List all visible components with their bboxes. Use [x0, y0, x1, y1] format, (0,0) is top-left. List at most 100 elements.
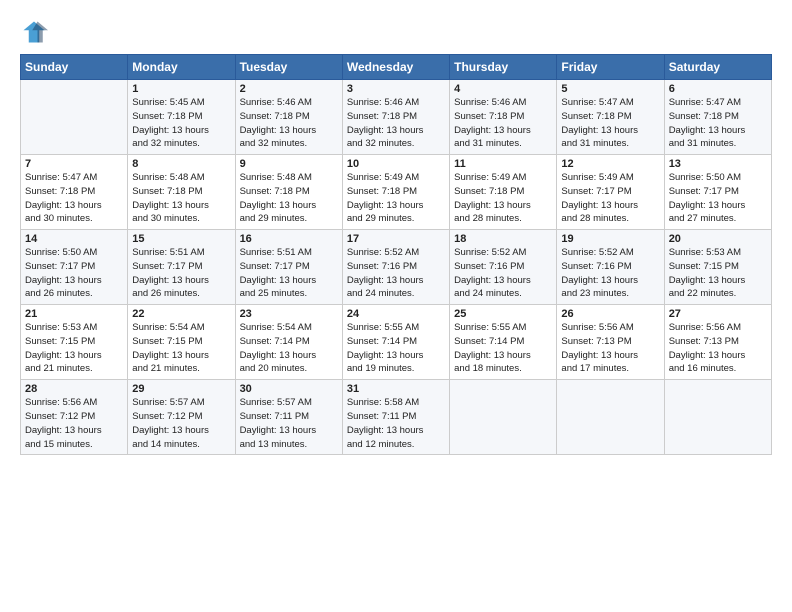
day-number: 17	[347, 233, 445, 245]
day-number: 2	[240, 83, 338, 95]
day-number: 8	[132, 158, 230, 170]
day-number: 12	[561, 158, 659, 170]
day-cell: 15Sunrise: 5:51 AM Sunset: 7:17 PM Dayli…	[128, 230, 235, 305]
day-info: Sunrise: 5:56 AM Sunset: 7:13 PM Dayligh…	[561, 321, 659, 376]
header-row: SundayMondayTuesdayWednesdayThursdayFrid…	[21, 55, 772, 80]
week-row-4: 21Sunrise: 5:53 AM Sunset: 7:15 PM Dayli…	[21, 305, 772, 380]
day-number: 11	[454, 158, 552, 170]
week-row-2: 7Sunrise: 5:47 AM Sunset: 7:18 PM Daylig…	[21, 155, 772, 230]
day-info: Sunrise: 5:51 AM Sunset: 7:17 PM Dayligh…	[240, 246, 338, 301]
day-info: Sunrise: 5:52 AM Sunset: 7:16 PM Dayligh…	[454, 246, 552, 301]
day-cell: 18Sunrise: 5:52 AM Sunset: 7:16 PM Dayli…	[450, 230, 557, 305]
day-cell: 17Sunrise: 5:52 AM Sunset: 7:16 PM Dayli…	[342, 230, 449, 305]
day-info: Sunrise: 5:49 AM Sunset: 7:17 PM Dayligh…	[561, 171, 659, 226]
day-cell	[21, 80, 128, 155]
day-cell: 20Sunrise: 5:53 AM Sunset: 7:15 PM Dayli…	[664, 230, 771, 305]
day-number: 25	[454, 308, 552, 320]
day-cell: 1Sunrise: 5:45 AM Sunset: 7:18 PM Daylig…	[128, 80, 235, 155]
day-number: 31	[347, 383, 445, 395]
day-cell	[664, 380, 771, 455]
day-info: Sunrise: 5:50 AM Sunset: 7:17 PM Dayligh…	[25, 246, 123, 301]
day-cell: 30Sunrise: 5:57 AM Sunset: 7:11 PM Dayli…	[235, 380, 342, 455]
day-cell: 2Sunrise: 5:46 AM Sunset: 7:18 PM Daylig…	[235, 80, 342, 155]
week-row-1: 1Sunrise: 5:45 AM Sunset: 7:18 PM Daylig…	[21, 80, 772, 155]
day-number: 10	[347, 158, 445, 170]
day-number: 19	[561, 233, 659, 245]
col-header-thursday: Thursday	[450, 55, 557, 80]
day-info: Sunrise: 5:46 AM Sunset: 7:18 PM Dayligh…	[240, 96, 338, 151]
day-cell: 14Sunrise: 5:50 AM Sunset: 7:17 PM Dayli…	[21, 230, 128, 305]
day-number: 16	[240, 233, 338, 245]
day-number: 13	[669, 158, 767, 170]
day-number: 7	[25, 158, 123, 170]
day-number: 28	[25, 383, 123, 395]
week-row-5: 28Sunrise: 5:56 AM Sunset: 7:12 PM Dayli…	[21, 380, 772, 455]
day-cell: 13Sunrise: 5:50 AM Sunset: 7:17 PM Dayli…	[664, 155, 771, 230]
day-cell: 4Sunrise: 5:46 AM Sunset: 7:18 PM Daylig…	[450, 80, 557, 155]
day-cell: 10Sunrise: 5:49 AM Sunset: 7:18 PM Dayli…	[342, 155, 449, 230]
day-number: 5	[561, 83, 659, 95]
day-number: 20	[669, 233, 767, 245]
day-number: 26	[561, 308, 659, 320]
day-cell: 6Sunrise: 5:47 AM Sunset: 7:18 PM Daylig…	[664, 80, 771, 155]
day-number: 15	[132, 233, 230, 245]
day-cell: 26Sunrise: 5:56 AM Sunset: 7:13 PM Dayli…	[557, 305, 664, 380]
day-cell: 28Sunrise: 5:56 AM Sunset: 7:12 PM Dayli…	[21, 380, 128, 455]
day-cell: 21Sunrise: 5:53 AM Sunset: 7:15 PM Dayli…	[21, 305, 128, 380]
header	[20, 18, 772, 46]
day-info: Sunrise: 5:47 AM Sunset: 7:18 PM Dayligh…	[25, 171, 123, 226]
day-info: Sunrise: 5:48 AM Sunset: 7:18 PM Dayligh…	[132, 171, 230, 226]
day-info: Sunrise: 5:46 AM Sunset: 7:18 PM Dayligh…	[454, 96, 552, 151]
day-cell	[557, 380, 664, 455]
day-cell: 8Sunrise: 5:48 AM Sunset: 7:18 PM Daylig…	[128, 155, 235, 230]
day-cell: 27Sunrise: 5:56 AM Sunset: 7:13 PM Dayli…	[664, 305, 771, 380]
day-cell: 11Sunrise: 5:49 AM Sunset: 7:18 PM Dayli…	[450, 155, 557, 230]
day-number: 4	[454, 83, 552, 95]
day-cell: 3Sunrise: 5:46 AM Sunset: 7:18 PM Daylig…	[342, 80, 449, 155]
day-number: 22	[132, 308, 230, 320]
day-number: 9	[240, 158, 338, 170]
day-number: 18	[454, 233, 552, 245]
col-header-tuesday: Tuesday	[235, 55, 342, 80]
day-info: Sunrise: 5:49 AM Sunset: 7:18 PM Dayligh…	[454, 171, 552, 226]
col-header-saturday: Saturday	[664, 55, 771, 80]
day-info: Sunrise: 5:57 AM Sunset: 7:11 PM Dayligh…	[240, 396, 338, 451]
week-row-3: 14Sunrise: 5:50 AM Sunset: 7:17 PM Dayli…	[21, 230, 772, 305]
day-number: 6	[669, 83, 767, 95]
col-header-wednesday: Wednesday	[342, 55, 449, 80]
day-info: Sunrise: 5:46 AM Sunset: 7:18 PM Dayligh…	[347, 96, 445, 151]
day-info: Sunrise: 5:48 AM Sunset: 7:18 PM Dayligh…	[240, 171, 338, 226]
day-cell: 5Sunrise: 5:47 AM Sunset: 7:18 PM Daylig…	[557, 80, 664, 155]
day-info: Sunrise: 5:47 AM Sunset: 7:18 PM Dayligh…	[561, 96, 659, 151]
day-info: Sunrise: 5:50 AM Sunset: 7:17 PM Dayligh…	[669, 171, 767, 226]
day-info: Sunrise: 5:52 AM Sunset: 7:16 PM Dayligh…	[347, 246, 445, 301]
day-info: Sunrise: 5:55 AM Sunset: 7:14 PM Dayligh…	[454, 321, 552, 376]
day-cell: 29Sunrise: 5:57 AM Sunset: 7:12 PM Dayli…	[128, 380, 235, 455]
day-info: Sunrise: 5:51 AM Sunset: 7:17 PM Dayligh…	[132, 246, 230, 301]
day-cell	[450, 380, 557, 455]
day-info: Sunrise: 5:53 AM Sunset: 7:15 PM Dayligh…	[25, 321, 123, 376]
col-header-sunday: Sunday	[21, 55, 128, 80]
day-info: Sunrise: 5:45 AM Sunset: 7:18 PM Dayligh…	[132, 96, 230, 151]
logo	[20, 18, 50, 46]
day-cell: 16Sunrise: 5:51 AM Sunset: 7:17 PM Dayli…	[235, 230, 342, 305]
day-number: 29	[132, 383, 230, 395]
day-number: 24	[347, 308, 445, 320]
day-info: Sunrise: 5:54 AM Sunset: 7:15 PM Dayligh…	[132, 321, 230, 376]
day-info: Sunrise: 5:53 AM Sunset: 7:15 PM Dayligh…	[669, 246, 767, 301]
calendar-table: SundayMondayTuesdayWednesdayThursdayFrid…	[20, 54, 772, 455]
day-info: Sunrise: 5:49 AM Sunset: 7:18 PM Dayligh…	[347, 171, 445, 226]
day-info: Sunrise: 5:54 AM Sunset: 7:14 PM Dayligh…	[240, 321, 338, 376]
day-info: Sunrise: 5:58 AM Sunset: 7:11 PM Dayligh…	[347, 396, 445, 451]
day-info: Sunrise: 5:55 AM Sunset: 7:14 PM Dayligh…	[347, 321, 445, 376]
day-number: 30	[240, 383, 338, 395]
logo-icon	[20, 18, 48, 46]
day-info: Sunrise: 5:57 AM Sunset: 7:12 PM Dayligh…	[132, 396, 230, 451]
day-cell: 19Sunrise: 5:52 AM Sunset: 7:16 PM Dayli…	[557, 230, 664, 305]
day-cell: 31Sunrise: 5:58 AM Sunset: 7:11 PM Dayli…	[342, 380, 449, 455]
day-number: 21	[25, 308, 123, 320]
page: SundayMondayTuesdayWednesdayThursdayFrid…	[0, 0, 792, 612]
day-cell: 22Sunrise: 5:54 AM Sunset: 7:15 PM Dayli…	[128, 305, 235, 380]
day-cell: 25Sunrise: 5:55 AM Sunset: 7:14 PM Dayli…	[450, 305, 557, 380]
day-info: Sunrise: 5:52 AM Sunset: 7:16 PM Dayligh…	[561, 246, 659, 301]
